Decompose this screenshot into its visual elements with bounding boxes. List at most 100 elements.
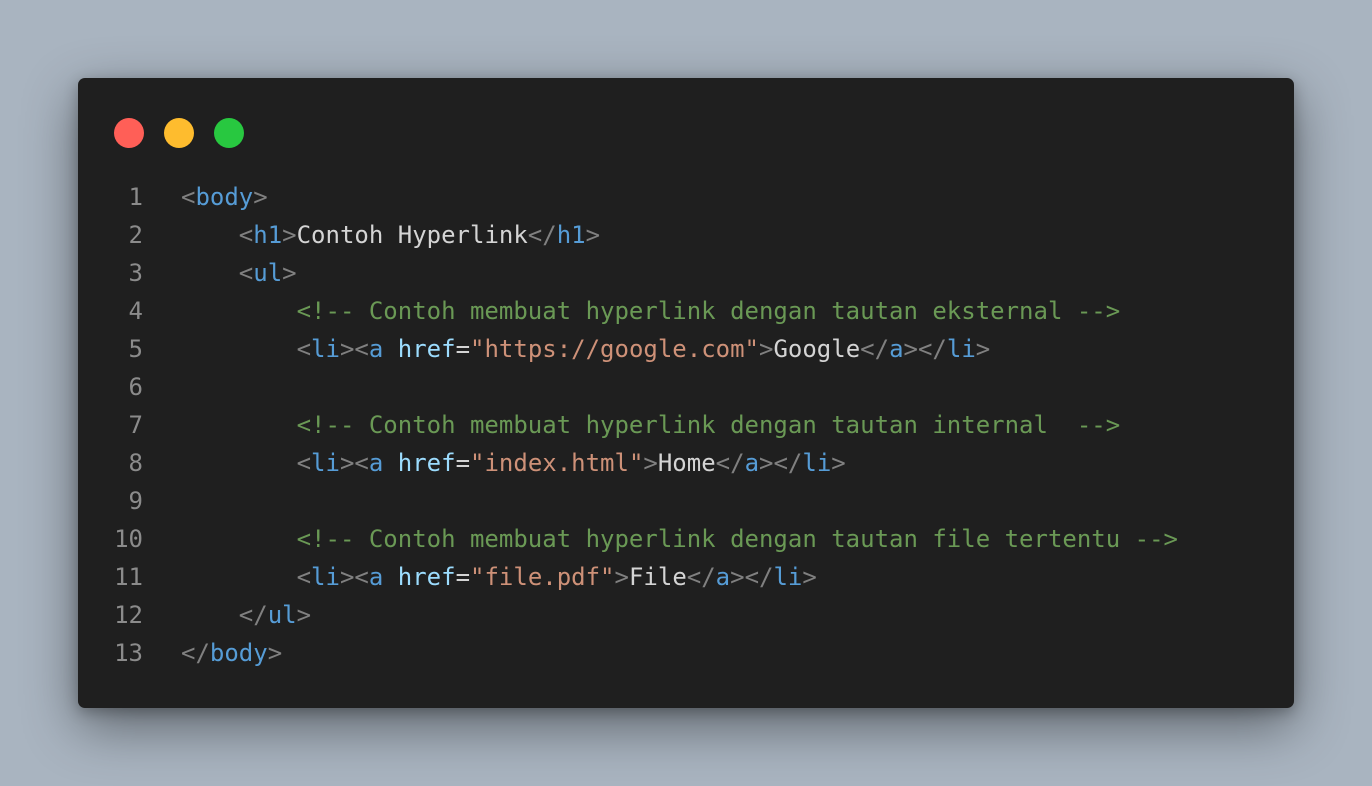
syntax-punctuation: > bbox=[339, 449, 355, 477]
syntax-punctuation: </ bbox=[686, 563, 716, 591]
syntax-punctuation: > bbox=[759, 449, 774, 477]
syntax-punctuation: </ bbox=[744, 563, 774, 591]
line-number: 8 bbox=[128, 449, 143, 477]
line-content: <h1>Contoh Hyperlink</h1> bbox=[181, 216, 600, 254]
equals-sign: = bbox=[455, 449, 471, 477]
minimize-button[interactable] bbox=[164, 118, 194, 148]
syntax-punctuation: </ bbox=[773, 449, 803, 477]
line-content: <li><a href="file.pdf">File</a></li> bbox=[181, 558, 817, 596]
text-content: File bbox=[628, 563, 687, 591]
tag-name: ul bbox=[253, 259, 283, 287]
syntax-punctuation: > bbox=[903, 335, 918, 363]
line-content: <!-- Contoh membuat hyperlink dengan tau… bbox=[181, 406, 1121, 444]
tag-name: li bbox=[802, 449, 832, 477]
syntax-punctuation: > bbox=[282, 259, 297, 287]
tag-name: li bbox=[311, 335, 340, 363]
line-number: 11 bbox=[114, 563, 143, 591]
line-number: 5 bbox=[128, 335, 143, 363]
syntax-punctuation: > bbox=[802, 563, 817, 591]
code-line: 7 <!-- Contoh membuat hyperlink dengan t… bbox=[78, 406, 1294, 444]
syntax-punctuation: < bbox=[354, 449, 369, 477]
syntax-punctuation: > bbox=[975, 335, 991, 363]
string-literal: "https://google.com" bbox=[470, 335, 759, 363]
tag-name: body bbox=[209, 639, 268, 667]
tag-name: body bbox=[195, 183, 254, 211]
line-number: 6 bbox=[128, 373, 143, 401]
line-number: 2 bbox=[128, 221, 143, 249]
tag-name: h1 bbox=[556, 221, 586, 249]
line-number: 9 bbox=[128, 487, 143, 515]
maximize-button[interactable] bbox=[214, 118, 244, 148]
syntax-punctuation: </ bbox=[917, 335, 947, 363]
code-window: 1 <body> 2 <h1>Contoh Hyperlink</h1> 3 <ul>… bbox=[78, 78, 1294, 708]
text-content: Home bbox=[657, 449, 716, 477]
syntax-punctuation: </ bbox=[238, 601, 268, 629]
attribute-name: href bbox=[397, 563, 456, 591]
tag-name: a bbox=[368, 563, 384, 591]
equals-sign: = bbox=[455, 563, 471, 591]
tag-name: a bbox=[368, 449, 384, 477]
code-line: 1 <body> bbox=[78, 178, 1294, 216]
code-line: 13 </body> bbox=[78, 634, 1294, 672]
line-number: 4 bbox=[128, 297, 143, 325]
line-number: 1 bbox=[128, 183, 143, 211]
syntax-punctuation: </ bbox=[527, 221, 557, 249]
syntax-punctuation: > bbox=[759, 335, 774, 363]
tag-name: li bbox=[946, 335, 976, 363]
code-comment: <!-- Contoh membuat hyperlink dengan tau… bbox=[296, 525, 1178, 553]
syntax-punctuation: > bbox=[614, 563, 629, 591]
syntax-punctuation: < bbox=[238, 221, 254, 249]
code-block: 1 <body> 2 <h1>Contoh Hyperlink</h1> 3 <ul>… bbox=[78, 178, 1294, 672]
syntax-punctuation: </ bbox=[715, 449, 745, 477]
attribute-name: href bbox=[397, 335, 456, 363]
syntax-punctuation: < bbox=[181, 183, 196, 211]
syntax-punctuation: < bbox=[354, 563, 369, 591]
text-content bbox=[383, 335, 397, 363]
equals-sign: = bbox=[455, 335, 471, 363]
syntax-punctuation: > bbox=[253, 183, 268, 211]
syntax-punctuation: > bbox=[643, 449, 658, 477]
line-content: <ul> bbox=[181, 254, 297, 292]
line-number: 10 bbox=[114, 525, 143, 553]
tag-name: a bbox=[889, 335, 904, 363]
syntax-punctuation: > bbox=[282, 221, 297, 249]
syntax-punctuation: < bbox=[238, 259, 254, 287]
attribute-name: href bbox=[397, 449, 456, 477]
syntax-punctuation: < bbox=[296, 563, 312, 591]
line-number: 12 bbox=[114, 601, 143, 629]
tag-name: li bbox=[311, 449, 340, 477]
syntax-punctuation: > bbox=[831, 449, 846, 477]
string-literal: "index.html" bbox=[470, 449, 644, 477]
tag-name: a bbox=[368, 335, 384, 363]
tag-name: a bbox=[744, 449, 760, 477]
line-content: <body> bbox=[181, 178, 268, 216]
code-line: 11 <li><a href="file.pdf">File</a></li> bbox=[78, 558, 1294, 596]
syntax-punctuation: > bbox=[730, 563, 745, 591]
syntax-punctuation: > bbox=[585, 221, 601, 249]
text-content: Contoh Hyperlink bbox=[296, 221, 528, 249]
line-content: <!-- Contoh membuat hyperlink dengan tau… bbox=[181, 292, 1121, 330]
string-literal: "file.pdf" bbox=[470, 563, 615, 591]
syntax-punctuation: > bbox=[339, 335, 355, 363]
tag-name: h1 bbox=[253, 221, 283, 249]
code-line: 6 bbox=[78, 368, 1294, 406]
text-content: Google bbox=[773, 335, 861, 363]
tag-name: ul bbox=[267, 601, 297, 629]
syntax-punctuation: </ bbox=[181, 639, 210, 667]
tag-name: li bbox=[773, 563, 803, 591]
syntax-punctuation: </ bbox=[860, 335, 890, 363]
line-content: <li><a href="https://google.com">Google<… bbox=[181, 330, 991, 368]
code-line: 10 <!-- Contoh membuat hyperlink dengan … bbox=[78, 520, 1294, 558]
code-line: 3 <ul> bbox=[78, 254, 1294, 292]
syntax-punctuation: < bbox=[296, 335, 312, 363]
code-line: 4 <!-- Contoh membuat hyperlink dengan t… bbox=[78, 292, 1294, 330]
line-content: </ul> bbox=[181, 596, 311, 634]
close-button[interactable] bbox=[114, 118, 144, 148]
